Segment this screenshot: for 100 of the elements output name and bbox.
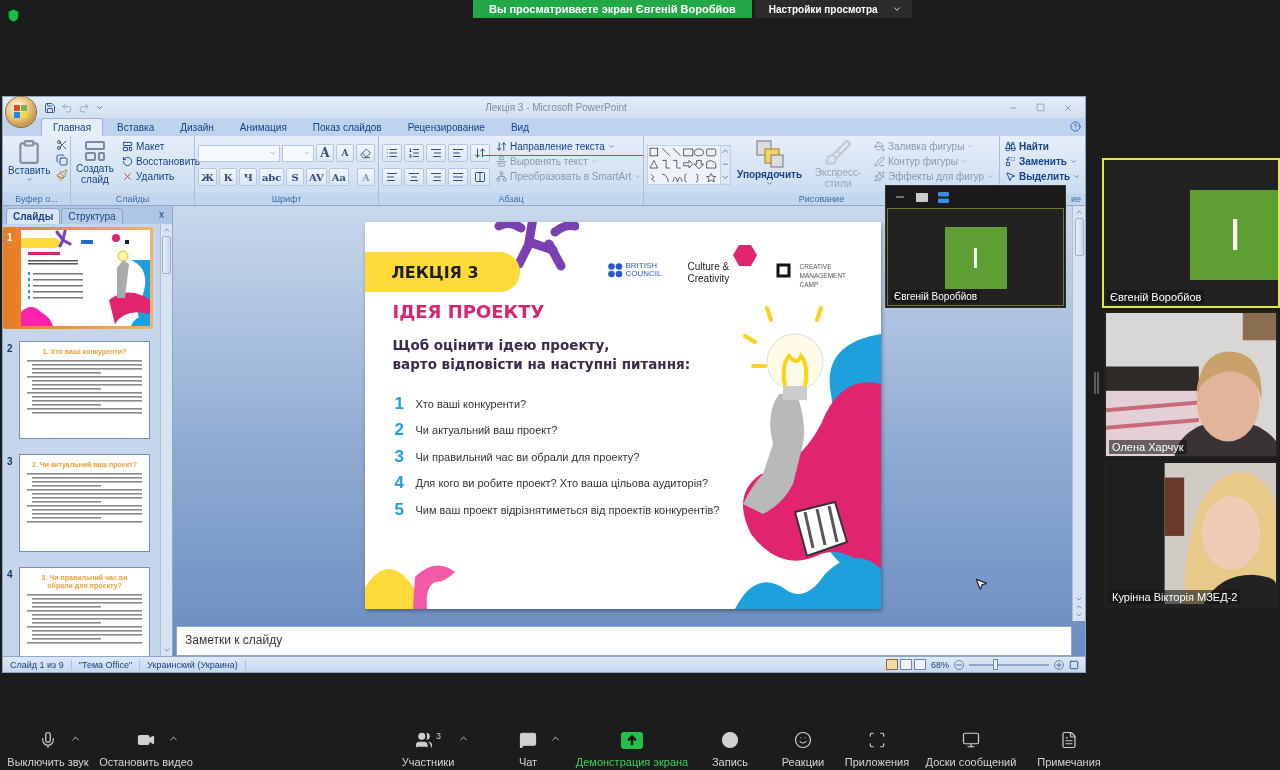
question-number: 1 bbox=[394, 393, 405, 414]
arrange-button[interactable]: Упорядочить bbox=[735, 139, 805, 193]
line-spacing-button[interactable] bbox=[470, 144, 490, 162]
caret-icon bbox=[766, 180, 774, 187]
layout-icon bbox=[122, 141, 133, 152]
splitter-handle-icon[interactable] bbox=[1093, 372, 1099, 394]
close-icon[interactable] bbox=[1063, 102, 1073, 113]
bullets-button[interactable] bbox=[382, 144, 402, 162]
view-buttons-icon[interactable] bbox=[886, 659, 926, 670]
zoom-in-icon[interactable] bbox=[1054, 659, 1064, 670]
office-logo-icon bbox=[14, 105, 28, 119]
font-size-field[interactable] bbox=[282, 144, 314, 162]
toolbar-button[interactable]: Выключить звук bbox=[7, 730, 89, 769]
save-icon[interactable] bbox=[44, 101, 56, 114]
format-button[interactable]: abc bbox=[259, 168, 285, 186]
toolbar-button[interactable]: Запись bbox=[711, 730, 749, 769]
participant-name: Євгеній Воробйов bbox=[891, 290, 981, 303]
format-button[interactable]: S bbox=[286, 168, 305, 186]
notes-icon bbox=[1060, 731, 1078, 749]
toolbar-button[interactable]: Остановить видео bbox=[99, 730, 193, 769]
decrease-indent-button[interactable] bbox=[426, 144, 446, 162]
toolbar-button[interactable]: 3 Участники bbox=[401, 730, 455, 769]
format-button[interactable]: Ч bbox=[239, 168, 258, 186]
ribbon-tab[interactable]: Рецензирование bbox=[395, 118, 497, 136]
question-number: 2 bbox=[394, 420, 405, 441]
single-tile-icon[interactable] bbox=[916, 192, 928, 202]
ribbon-button[interactable]: Направление текста bbox=[494, 139, 644, 154]
logo-text: BRITISH COUNCIL bbox=[625, 262, 662, 278]
redo-icon[interactable] bbox=[78, 101, 90, 114]
ribbon-button[interactable]: Макет bbox=[120, 139, 203, 154]
clear-format-button[interactable] bbox=[356, 144, 375, 162]
increase-indent-button[interactable] bbox=[448, 144, 468, 162]
font-name-field[interactable] bbox=[198, 144, 280, 162]
format-button[interactable]: Aa bbox=[328, 168, 349, 186]
ribbon-button[interactable]: Восстановить bbox=[120, 154, 203, 169]
participant-name: Олена Харчук bbox=[1109, 440, 1187, 454]
question-text: Чим ваш проект відрізнятиметься від проектів конкурентів? bbox=[415, 503, 720, 516]
people-icon bbox=[415, 731, 433, 749]
pane-tab[interactable]: Слайды bbox=[6, 208, 61, 224]
group-label: Шрифт bbox=[195, 193, 378, 205]
align-center-button[interactable] bbox=[404, 168, 424, 186]
reset-icon bbox=[122, 156, 133, 167]
help-icon[interactable] bbox=[1070, 121, 1081, 132]
scissors-icon[interactable] bbox=[56, 139, 69, 151]
paste-button[interactable]: Вставить bbox=[6, 139, 53, 193]
ribbon-tab[interactable]: Главная bbox=[41, 118, 104, 136]
fit-icon[interactable] bbox=[1069, 659, 1079, 670]
ribbon-tab[interactable]: Дизайн bbox=[168, 118, 226, 136]
slide-layout-icon bbox=[83, 139, 107, 163]
participant-name: Курінна Вікторія МЗЕД-2 bbox=[1109, 590, 1241, 604]
line-spacing-icon bbox=[474, 147, 486, 159]
justify-icon bbox=[452, 171, 464, 183]
font-size-button[interactable]: A bbox=[336, 144, 354, 162]
numbering-button[interactable] bbox=[404, 144, 424, 162]
columns-button[interactable] bbox=[470, 168, 490, 186]
ribbon-tab[interactable]: Вставка bbox=[105, 118, 167, 136]
format-painter-icon[interactable] bbox=[56, 169, 69, 181]
toolbar-button[interactable]: Чат bbox=[518, 730, 538, 769]
notes-field[interactable]: Заметки к слайду bbox=[176, 626, 1072, 656]
ribbon-button[interactable]: Выделить bbox=[1003, 169, 1083, 184]
scroll-thumb[interactable] bbox=[162, 236, 172, 274]
toolbar-button[interactable]: Демонстрация экрана bbox=[575, 730, 689, 769]
toolbar-button[interactable]: Доски сообщений bbox=[925, 730, 1017, 769]
undo-icon[interactable] bbox=[61, 101, 73, 114]
pane-tab[interactable]: Структура bbox=[61, 208, 123, 224]
font-size-button[interactable]: A bbox=[316, 144, 334, 162]
microphone-icon bbox=[39, 731, 57, 749]
dots-logo-icon bbox=[607, 262, 623, 278]
ribbon-tab[interactable]: Показ слайдов bbox=[300, 118, 394, 136]
format-button[interactable]: AV bbox=[306, 168, 327, 186]
view-options-button[interactable]: Настройки просмотра bbox=[754, 0, 912, 18]
ribbon-tab[interactable]: Вид bbox=[498, 118, 541, 136]
ribbon-button[interactable]: Найти bbox=[1003, 139, 1083, 154]
format-button[interactable]: Ж bbox=[198, 168, 218, 186]
stacked-tiles-icon[interactable] bbox=[938, 191, 949, 203]
copy-icon[interactable] bbox=[56, 154, 69, 166]
indent-icon bbox=[430, 147, 442, 159]
ribbon-button[interactable]: Заменить bbox=[1003, 154, 1083, 169]
scrollbar[interactable] bbox=[160, 224, 172, 656]
slide-number: 1 bbox=[7, 231, 14, 243]
new-slide-button[interactable]: Создать слайд bbox=[74, 139, 116, 193]
ribbon-tab[interactable]: Анимация bbox=[227, 118, 299, 136]
smartart-icon bbox=[496, 171, 507, 182]
toolbar-button[interactable]: Реакции bbox=[781, 730, 825, 769]
arrow-up-icon[interactable] bbox=[162, 226, 171, 234]
justify-button[interactable] bbox=[448, 168, 468, 186]
arrow-down-icon[interactable] bbox=[162, 646, 171, 654]
scroll-thumb[interactable] bbox=[1074, 218, 1084, 256]
customize-icon[interactable] bbox=[95, 103, 104, 112]
toolbar-button[interactable]: Приложения bbox=[844, 730, 910, 769]
share-screen-icon bbox=[621, 731, 643, 749]
sparkles-icon bbox=[874, 171, 885, 182]
align-right-button[interactable] bbox=[426, 168, 446, 186]
pane-close-button[interactable]: x bbox=[159, 209, 164, 220]
office-button[interactable] bbox=[6, 97, 36, 127]
scrollbar[interactable] bbox=[1072, 206, 1085, 622]
align-left-button[interactable] bbox=[382, 168, 402, 186]
toolbar-button[interactable]: Примечания bbox=[1037, 730, 1101, 769]
arrow-up-icon[interactable] bbox=[1075, 208, 1083, 216]
format-button[interactable]: К bbox=[219, 168, 238, 186]
